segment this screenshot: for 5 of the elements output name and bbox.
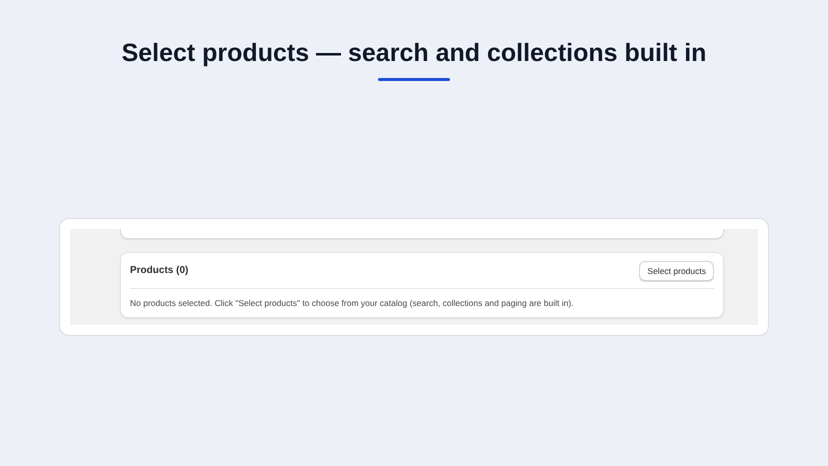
page-heading: Select products — search and collections built in [122, 38, 706, 68]
card-title: Products (0) [130, 265, 188, 276]
select-products-button[interactable]: Select products [639, 260, 714, 280]
empty-message: No products selected. Click "Select products" to choose from your catalog (search, collections and paging are built in). [130, 297, 575, 310]
heading-underline [378, 78, 450, 81]
